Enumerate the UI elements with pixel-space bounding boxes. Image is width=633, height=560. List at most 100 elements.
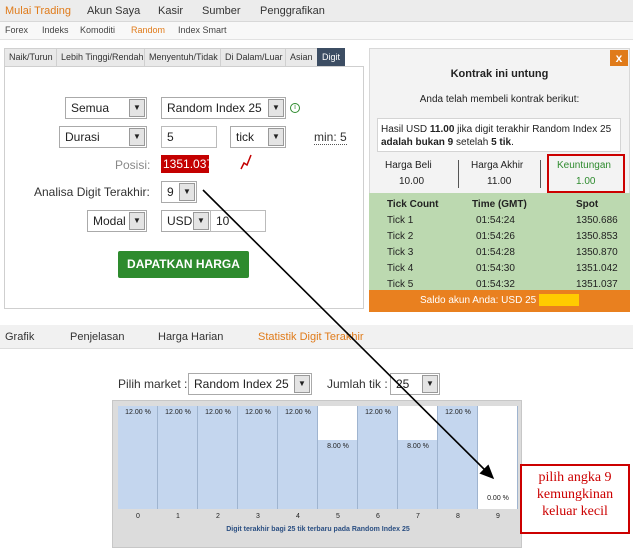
chart-xtick: 9 (496, 513, 500, 520)
subnav-random[interactable]: Random (131, 25, 165, 35)
digit-stats-chart: 12.00 % 12.00 % 12.00 % 12.00 % 12.00 % 8.00 … (112, 400, 522, 548)
chart-xtick: 4 (296, 513, 300, 520)
digit-select[interactable]: 9 ▼ (161, 181, 197, 203)
subnav-forex[interactable]: Forex (5, 25, 28, 35)
bottom-tabs: Grafik Penjelasan Harga Harian Statistik… (0, 325, 633, 349)
close-icon[interactable]: x (610, 50, 628, 66)
stats-ticks-value: 25 (396, 377, 410, 391)
tick-count-header: Tick Count (387, 199, 439, 210)
chart-xlabel: Digit terakhir bagi 25 tik terbaru pada … (226, 526, 410, 533)
divider (540, 160, 541, 188)
chart-xtick: 8 (456, 513, 460, 520)
summary-text: setelah (453, 137, 492, 148)
duration-input[interactable]: 5 (161, 126, 217, 148)
info-icon[interactable]: i (290, 103, 300, 113)
chart-xtick: 2 (216, 513, 220, 520)
buy-price-value: 10.00 (399, 176, 425, 187)
tab-harga-harian[interactable]: Harga Harian (158, 331, 223, 343)
stats-market-value: Random Index 25 (194, 377, 289, 391)
subnav-indeks[interactable]: Indeks (42, 25, 69, 35)
chart-value-label: 12.00 % (125, 409, 151, 416)
table-cell: Tick 4 (387, 263, 414, 274)
chart-bar-bg (398, 406, 438, 440)
nav-sumber[interactable]: Sumber (202, 5, 241, 17)
profit-label: Keuntungan (557, 160, 611, 171)
chevron-down-icon: ▼ (268, 128, 284, 146)
chart-value-label: 12.00 % (245, 409, 271, 416)
contract-summary: Hasil USD 11.00 jika digit terakhir Rand… (377, 118, 621, 152)
table-cell: 01:54:30 (476, 263, 515, 274)
table-cell: Tick 1 (387, 215, 414, 226)
underlying-select[interactable]: Random Index 25 ▼ (161, 97, 286, 119)
table-cell: 1350.853 (576, 231, 618, 242)
duration-type-value: Durasi (65, 130, 100, 144)
chart-bar-1 (158, 406, 198, 509)
final-price-label: Harga Akhir (471, 160, 524, 171)
amount-type-select[interactable]: Modal ▼ (87, 210, 147, 232)
chart-bar-5 (318, 440, 358, 509)
tab-grafik[interactable]: Grafik (5, 331, 34, 343)
chart-xtick: 0 (136, 513, 140, 520)
nav-penggrafikan[interactable]: Penggrafikan (260, 5, 325, 17)
divider (458, 160, 459, 188)
chevron-down-icon: ▼ (129, 212, 145, 230)
tab-digit[interactable]: Digit (317, 48, 346, 66)
summary-text: . (511, 137, 514, 148)
chart-bar-bg (318, 406, 358, 440)
chart-xtick: 6 (376, 513, 380, 520)
chevron-down-icon: ▼ (179, 183, 195, 201)
duration-unit-select[interactable]: tick ▼ (230, 126, 286, 148)
stats-ticks-select[interactable]: 25 ▼ (390, 373, 440, 395)
market-type-value: Semua (71, 101, 110, 115)
tab-penjelasan[interactable]: Penjelasan (70, 331, 124, 343)
annotation-note: pilih angka 9 kemungkinan keluar kecil (520, 464, 630, 534)
nav-mulai-trading[interactable]: Mulai Trading (5, 5, 71, 17)
spot-sparkline-icon (240, 154, 252, 170)
tab-di-dalam-luar[interactable]: Di Dalam/Luar (220, 48, 288, 66)
duration-type-select[interactable]: Durasi ▼ (59, 126, 147, 148)
market-type-select[interactable]: Semua ▼ (65, 97, 147, 119)
account-balance: Saldo akun Anda: USD 25 (369, 290, 630, 312)
currency-select[interactable]: USD ▼ (161, 210, 211, 232)
ticks-label: Jumlah tik : (327, 377, 388, 391)
underlying-value: Random Index 25 (167, 101, 262, 115)
balance-label: Saldo akun Anda: USD 25 (420, 295, 537, 306)
stats-market-select[interactable]: Random Index 25 ▼ (188, 373, 312, 395)
chevron-down-icon: ▼ (422, 375, 438, 393)
tab-lebih-tinggi-rendah[interactable]: Lebih Tinggi/Rendah (56, 48, 149, 66)
chevron-down-icon: ▼ (268, 99, 284, 117)
contract-result-title: Kontrak ini untung (450, 68, 549, 80)
spot-header: Spot (576, 199, 599, 210)
chart-xtick: 1 (176, 513, 180, 520)
tab-statistik-digit[interactable]: Statistik Digit Terakhir (258, 331, 364, 343)
table-cell: 01:54:24 (476, 215, 515, 226)
chevron-down-icon: ▼ (193, 212, 209, 230)
chart-bar-3 (238, 406, 278, 509)
chart-xtick: 5 (336, 513, 340, 520)
nav-akun-saya[interactable]: Akun Saya (87, 5, 140, 17)
subnav-komoditi[interactable]: Komoditi (80, 25, 115, 35)
sub-navigation: Forex Indeks Komoditi Random Index Smart (0, 22, 633, 40)
chevron-down-icon: ▼ (129, 99, 145, 117)
summary-ticks: 5 tik (491, 137, 512, 148)
chart-bar-bg (478, 406, 518, 509)
subnav-index-smart[interactable]: Index Smart (178, 25, 227, 35)
tab-naik-turun[interactable]: Naik/Turun (4, 48, 58, 66)
amount-input[interactable]: 10 (210, 210, 266, 232)
chart-xtick: 3 (256, 513, 260, 520)
chart-value-label: 12.00 % (165, 409, 191, 416)
chart-value-label: 12.00 % (285, 409, 311, 416)
chart-bar-2 (198, 406, 238, 509)
balance-redacted (538, 294, 579, 307)
summary-amount: 11.00 (429, 124, 455, 135)
chart-bar-7 (398, 440, 438, 509)
nav-kasir[interactable]: Kasir (158, 5, 183, 17)
top-navigation: Mulai Trading Akun Saya Kasir Sumber Pen… (0, 0, 633, 22)
chart-bar-4 (278, 406, 318, 509)
time-header: Time (GMT) (472, 199, 527, 210)
table-cell: Tick 2 (387, 231, 414, 242)
tab-menyentuh-tidak[interactable]: Menyentuh/Tidak (144, 48, 223, 66)
get-price-button[interactable]: DAPATKAN HARGA (118, 251, 249, 278)
chart-bar-0 (118, 406, 158, 509)
tab-asian[interactable]: Asian (285, 48, 318, 66)
